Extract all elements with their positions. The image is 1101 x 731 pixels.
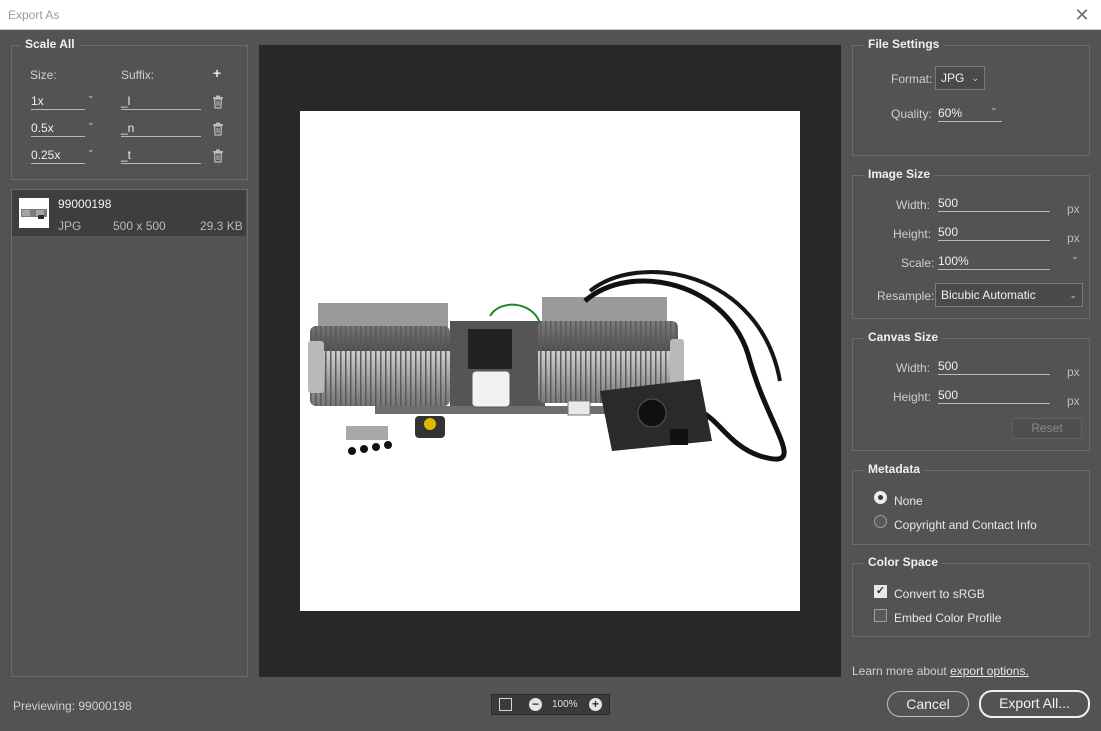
image-width-input[interactable]: 500 <box>938 196 1050 212</box>
suffix-input-3[interactable]: _t <box>121 148 201 164</box>
trash-icon[interactable] <box>212 122 224 136</box>
chevron-down-icon[interactable]: ⌄ <box>1071 251 1079 262</box>
format-label: Format: <box>891 72 933 86</box>
file-settings-panel <box>852 45 1090 156</box>
image-size-title: Image Size <box>864 167 935 181</box>
size-select-1[interactable]: 1x <box>31 94 85 110</box>
cancel-button[interactable]: Cancel <box>887 691 969 717</box>
fit-to-screen-icon[interactable] <box>499 698 512 711</box>
image-width-label: Width: <box>896 198 931 212</box>
resample-label: Resample: <box>877 289 935 303</box>
product-preview-image <box>308 270 787 462</box>
canvas-width-label: Width: <box>896 361 931 375</box>
resample-select[interactable]: Bicubic Automatic ⌄ <box>935 283 1083 307</box>
chevron-down-icon[interactable]: ⌄ <box>87 144 95 155</box>
previewing-label: Previewing: 99000198 <box>13 699 132 713</box>
scale-all-title: Scale All <box>21 37 79 51</box>
metadata-panel <box>852 470 1090 545</box>
suffix-input-1[interactable]: _l <box>121 94 201 110</box>
canvas-width-unit: px <box>1067 365 1080 379</box>
suffix-input-2[interactable]: _n <box>121 121 201 137</box>
metadata-copyright-label[interactable]: Copyright and Contact Info <box>894 518 1037 532</box>
canvas-height-unit: px <box>1067 394 1080 408</box>
scale-label: Scale: <box>901 256 935 270</box>
reset-button[interactable]: Reset <box>1012 418 1082 439</box>
close-icon[interactable]: ✕ <box>1071 4 1093 26</box>
metadata-none-label[interactable]: None <box>894 494 923 508</box>
file-settings-title: File Settings <box>864 37 944 51</box>
trash-icon[interactable] <box>212 149 224 163</box>
chevron-down-icon[interactable]: ⌄ <box>87 117 95 128</box>
canvas-height-label: Height: <box>893 390 932 404</box>
trash-icon[interactable] <box>212 95 224 109</box>
image-height-input[interactable]: 500 <box>938 225 1050 241</box>
chevron-down-icon[interactable]: ⌄ <box>87 90 95 101</box>
asset-list <box>11 189 248 677</box>
image-height-label: Height: <box>893 227 932 241</box>
asset-file-size: 29.3 KB <box>200 219 243 233</box>
asset-format: JPG <box>58 219 82 233</box>
scale-select[interactable]: 100% <box>938 254 1050 270</box>
quality-label: Quality: <box>891 107 932 121</box>
title-bar: Export As ✕ <box>0 0 1101 30</box>
product-thumbnail-icon <box>21 209 47 219</box>
learn-more-text: Learn more about export options. <box>852 664 1029 678</box>
size-select-2[interactable]: 0.5x <box>31 121 85 137</box>
learn-more-prefix: Learn more about <box>852 664 947 678</box>
metadata-copyright-radio[interactable] <box>874 515 887 528</box>
zoom-toolbar: − 100% + <box>491 694 610 715</box>
canvas-height-input[interactable]: 500 <box>938 388 1050 404</box>
size-label: Size: <box>30 68 57 82</box>
embed-profile-checkbox[interactable] <box>874 609 887 622</box>
chevron-down-icon[interactable]: ⌄ <box>990 102 998 113</box>
window-title: Export As <box>8 8 60 22</box>
asset-dimensions: 500 x 500 <box>113 219 166 233</box>
zoom-in-icon[interactable]: + <box>589 698 602 711</box>
preview-canvas <box>300 111 800 611</box>
convert-srgb-checkbox[interactable]: ✓ <box>874 585 887 598</box>
metadata-title: Metadata <box>864 462 925 476</box>
preview-area[interactable] <box>259 45 841 677</box>
chevron-down-icon: ⌄ <box>1069 290 1077 300</box>
zoom-level: 100% <box>552 699 578 710</box>
resample-value: Bicubic Automatic <box>941 288 1036 302</box>
metadata-none-radio[interactable] <box>874 491 887 504</box>
export-options-link[interactable]: export options. <box>950 664 1029 678</box>
convert-srgb-label[interactable]: Convert to sRGB <box>894 587 985 601</box>
canvas-size-title: Canvas Size <box>864 330 943 344</box>
image-height-unit: px <box>1067 231 1080 245</box>
asset-thumbnail <box>19 198 49 228</box>
size-select-3[interactable]: 0.25x <box>31 148 85 164</box>
asset-name: 99000198 <box>58 197 112 211</box>
canvas-width-input[interactable]: 500 <box>938 359 1050 375</box>
zoom-out-icon[interactable]: − <box>529 698 542 711</box>
chevron-down-icon: ⌄ <box>971 73 979 83</box>
format-value: JPG <box>941 71 965 85</box>
export-all-button[interactable]: Export All... <box>979 690 1090 718</box>
asset-item[interactable]: 99000198 JPG 500 x 500 29.3 KB <box>12 190 246 236</box>
image-width-unit: px <box>1067 202 1080 216</box>
color-space-title: Color Space <box>864 555 943 569</box>
add-scale-button[interactable]: + <box>213 65 221 81</box>
embed-profile-label[interactable]: Embed Color Profile <box>894 611 1001 625</box>
suffix-label: Suffix: <box>121 68 155 82</box>
format-select[interactable]: JPG ⌄ <box>935 66 985 90</box>
